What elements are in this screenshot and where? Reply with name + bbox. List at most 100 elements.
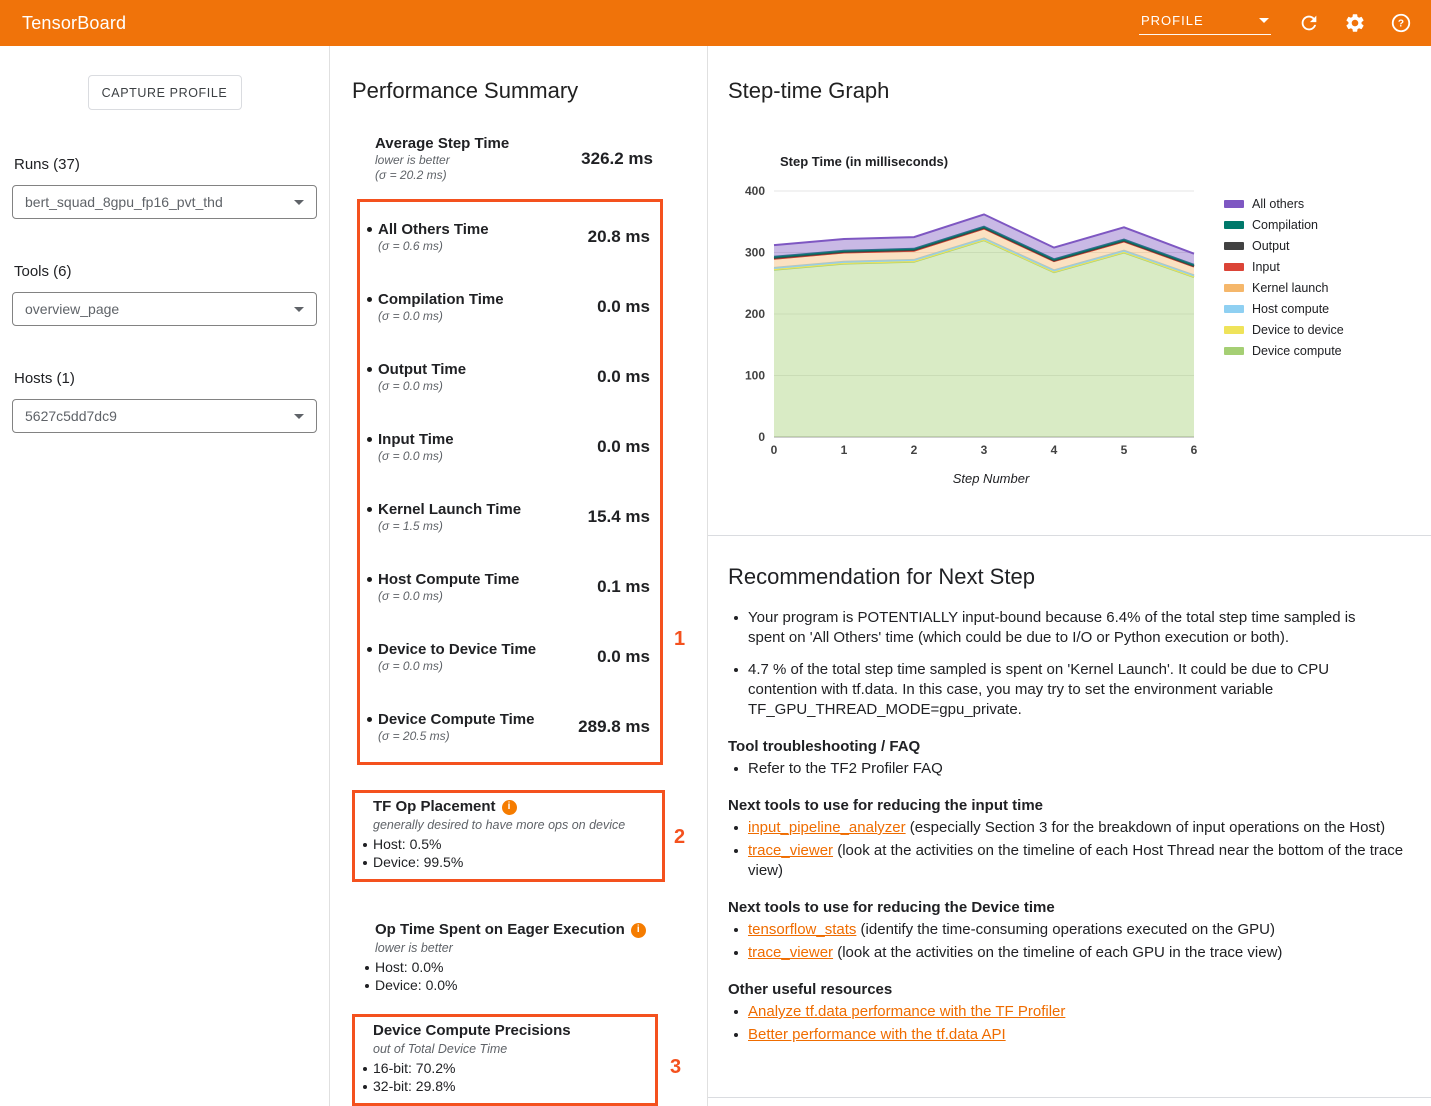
metric-name: Kernel Launch Time — [378, 500, 521, 519]
metric-row: Device to Device Time(σ = 0.0 ms)0.0 ms — [360, 622, 660, 692]
metric-row: Kernel Launch Time(σ = 1.5 ms)15.4 ms — [360, 482, 660, 552]
metric-row: Host Compute Time(σ = 0.0 ms)0.1 ms — [360, 552, 660, 622]
legend-item: Output — [1224, 235, 1344, 256]
metric-sigma: (σ = 0.6 ms) — [378, 239, 489, 254]
runs-group: Runs (37) bert_squad_8gpu_fp16_pvt_thd — [0, 156, 329, 219]
step-time-graph-section: Step-time Graph Step Time (in millisecon… — [708, 46, 1431, 536]
metric-info: Host Compute Time(σ = 0.0 ms) — [378, 570, 519, 604]
runs-select[interactable]: bert_squad_8gpu_fp16_pvt_thd — [12, 185, 317, 219]
info-icon[interactable] — [502, 800, 517, 815]
metric-info: Device Compute Time(σ = 20.5 ms) — [378, 710, 534, 744]
svg-text:400: 400 — [745, 184, 765, 198]
reload-button[interactable] — [1297, 11, 1321, 35]
tensorboard-app: TensorBoard PROFILE ? — [0, 0, 1431, 1106]
annotation-box-1-wrap: All Others Time(σ = 0.6 ms)20.8 msCompil… — [352, 199, 708, 765]
legend-label: Input — [1252, 260, 1280, 274]
legend-label: Compilation — [1252, 218, 1318, 232]
svg-text:2: 2 — [911, 443, 918, 457]
legend-label: Host compute — [1252, 302, 1329, 316]
resources-items: Analyze tf.data performance with the TF … — [728, 1002, 1407, 1045]
svg-text:300: 300 — [745, 246, 765, 260]
annotation-number-2: 2 — [674, 826, 685, 849]
top-bar: TensorBoard PROFILE ? — [0, 0, 1431, 46]
metric-row: Input Time(σ = 0.0 ms)0.0 ms — [360, 412, 660, 482]
annotation-number-1: 1 — [674, 628, 685, 651]
device-compute-precisions-items: 16-bit: 70.2%32-bit: 29.8% — [355, 1059, 645, 1095]
section-title-text: TF Op Placement — [373, 797, 496, 817]
metric-name: Compilation Time — [378, 290, 504, 309]
trace-viewer-link[interactable]: trace_viewer — [748, 944, 833, 961]
list-item: Analyze tf.data performance with the TF … — [728, 1002, 1404, 1022]
eager-execution-note: lower is better — [357, 940, 707, 957]
device-compute-precisions-note: out of Total Device Time — [355, 1041, 645, 1058]
legend-swatch — [1224, 221, 1244, 229]
input-pipeline-analyzer-link[interactable]: input_pipeline_analyzer — [748, 819, 906, 836]
svg-text:100: 100 — [745, 369, 765, 383]
right-panel: Step-time Graph Step Time (in millisecon… — [708, 46, 1431, 1106]
list-item-text: (look at the activities on the timeline … — [833, 944, 1282, 961]
svg-text:4: 4 — [1051, 443, 1058, 457]
dashboard-selector[interactable]: PROFILE — [1139, 11, 1271, 35]
metric-sigma: (σ = 1.5 ms) — [378, 519, 521, 534]
list-item-text: (identify the time-consuming operations … — [856, 921, 1275, 938]
help-button[interactable]: ? — [1389, 11, 1413, 35]
legend-item: All others — [1224, 193, 1344, 214]
annotation-number-3: 3 — [670, 1056, 681, 1079]
chart-wrap: 01002003004000123456 Step Number All oth… — [728, 177, 1431, 486]
metric-name: Average Step Time — [375, 134, 509, 153]
bullet — [367, 577, 372, 582]
step-time-breakdown-list: All Others Time(σ = 0.6 ms)20.8 msCompil… — [357, 199, 663, 765]
runs-select-value: bert_squad_8gpu_fp16_pvt_thd — [25, 194, 223, 210]
legend-swatch — [1224, 305, 1244, 313]
recommendation-section: Recommendation for Next Step Your progra… — [708, 536, 1431, 1106]
average-step-time: Average Step Time lower is better (σ = 2… — [375, 134, 653, 183]
legend-item: Input — [1224, 256, 1344, 277]
metric-value: 289.8 ms — [578, 717, 650, 737]
runs-label: Runs (37) — [14, 156, 329, 173]
chart-x-axis-label: Step Number — [728, 471, 1214, 486]
faq-heading: Tool troubleshooting / FAQ — [728, 738, 1407, 755]
metric-sigma: (σ = 0.0 ms) — [378, 379, 466, 394]
legend-label: All others — [1252, 197, 1304, 211]
metric-value: 0.0 ms — [597, 367, 650, 387]
bullet — [367, 647, 372, 652]
bottom-divider — [708, 1097, 1431, 1098]
tfdata-performance-link[interactable]: Analyze tf.data performance with the TF … — [748, 1003, 1065, 1020]
info-icon[interactable] — [631, 923, 646, 938]
trace-viewer-link[interactable]: trace_viewer — [748, 842, 833, 859]
svg-text:6: 6 — [1191, 443, 1198, 457]
performance-summary-title: Performance Summary — [352, 78, 707, 104]
list-item: Better performance with the tf.data API — [728, 1025, 1404, 1045]
metric-value: 0.0 ms — [597, 297, 650, 317]
legend-item: Device to device — [1224, 319, 1344, 340]
list-item: input_pipeline_analyzer (especially Sect… — [728, 818, 1404, 838]
metric-value: 0.0 ms — [597, 647, 650, 667]
metric-sigma: (σ = 0.0 ms) — [378, 309, 504, 324]
legend-label: Device to device — [1252, 323, 1344, 337]
tf-op-placement: TF Op Placement generally desired to hav… — [352, 790, 665, 882]
input-tools-items: input_pipeline_analyzer (especially Sect… — [728, 818, 1407, 881]
faq-items: Refer to the TF2 Profiler FAQ — [728, 759, 1407, 779]
reload-icon — [1298, 12, 1320, 34]
legend-item: Kernel launch — [1224, 277, 1344, 298]
tools-select[interactable]: overview_page — [12, 292, 317, 326]
hosts-label: Hosts (1) — [14, 370, 329, 387]
average-step-time-info: Average Step Time lower is better (σ = 2… — [375, 134, 509, 183]
recommendation-bullets: Your program is POTENTIALLY input-bound … — [728, 608, 1407, 720]
eager-execution-title: Op Time Spent on Eager Execution — [357, 920, 707, 940]
bullet — [367, 717, 372, 722]
hosts-select[interactable]: 5627c5dd7dc9 — [12, 399, 317, 433]
chart-title: Step Time (in milliseconds) — [780, 154, 1431, 169]
tensorflow-stats-link[interactable]: tensorflow_stats — [748, 921, 856, 938]
metric-info: Compilation Time(σ = 0.0 ms) — [378, 290, 504, 324]
tfdata-api-link[interactable]: Better performance with the tf.data API — [748, 1026, 1006, 1043]
main-content: CAPTURE PROFILE Runs (37) bert_squad_8gp… — [0, 46, 1431, 1106]
legend-swatch — [1224, 242, 1244, 250]
bullet — [367, 227, 372, 232]
list-item-text: (especially Section 3 for the breakdown … — [906, 819, 1385, 836]
bullet — [367, 507, 372, 512]
capture-profile-button[interactable]: CAPTURE PROFILE — [88, 75, 242, 110]
help-icon: ? — [1390, 12, 1412, 34]
bullet — [367, 367, 372, 372]
settings-button[interactable] — [1343, 11, 1367, 35]
